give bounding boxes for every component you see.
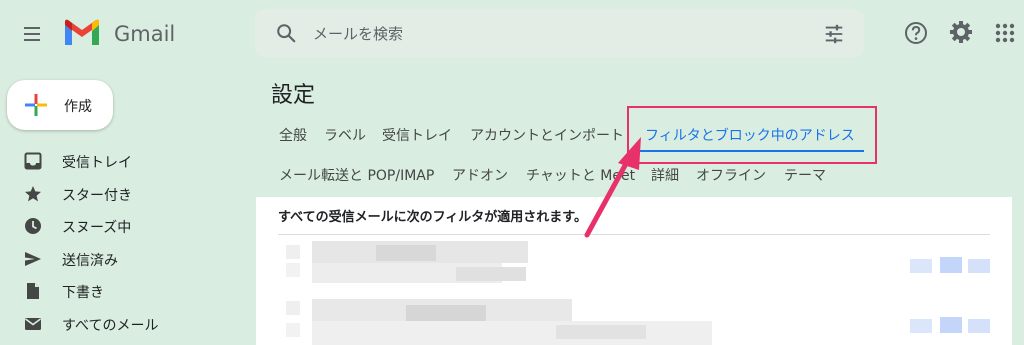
apps-grid-icon[interactable] (994, 22, 1016, 44)
sidebar-item-label: すべてのメール (62, 317, 159, 334)
inbox-icon (24, 152, 42, 170)
annotation-highlight-box (627, 106, 877, 164)
send-icon (25, 251, 41, 266)
sidebar-nav: 受信トレイ スター付き スヌーズ中 送信済み 下書き すべてのメール (0, 145, 250, 340)
tab-labels[interactable]: ラベル (324, 125, 366, 145)
divider (278, 234, 990, 235)
sidebar-item-sent[interactable]: 送信済み (0, 243, 250, 276)
gmail-logo-icon[interactable] (62, 17, 102, 49)
page-title: 設定 (271, 83, 316, 108)
sidebar-item-inbox[interactable]: 受信トレイ (0, 145, 250, 178)
tab-forwarding-pop-imap[interactable]: メール転送と POP/IMAP (279, 165, 434, 185)
tab-inbox[interactable]: 受信トレイ (382, 125, 452, 145)
tab-general[interactable]: 全般 (279, 125, 307, 145)
tab-chat-meet[interactable]: チャットと Meet (526, 165, 635, 185)
search-icon[interactable] (275, 22, 297, 44)
tab-addons[interactable]: アドオン (452, 165, 508, 185)
search-options-icon[interactable] (823, 23, 845, 45)
app-name: Gmail (114, 22, 176, 46)
tab-offline[interactable]: オフライン (696, 165, 766, 185)
help-icon[interactable] (903, 20, 929, 46)
sidebar-item-drafts[interactable]: 下書き (0, 275, 250, 308)
tab-advanced[interactable]: 詳細 (651, 165, 679, 185)
tab-themes[interactable]: テーマ (784, 165, 826, 185)
star-icon (25, 185, 41, 201)
filters-heading: すべての受信メールに次のフィルタが適用されます。 (278, 210, 588, 225)
sidebar-item-label: 受信トレイ (62, 155, 132, 171)
compose-label: 作成 (64, 99, 92, 115)
sidebar-item-starred[interactable]: スター付き (0, 178, 250, 211)
sidebar-item-snoozed[interactable]: スヌーズ中 (0, 210, 250, 243)
draft-icon (27, 283, 39, 299)
mail-icon (25, 317, 41, 330)
filters-panel: すべての受信メールに次のフィルタが適用されます。 (256, 197, 1012, 345)
sidebar-item-all-mail[interactable]: すべてのメール (0, 308, 250, 341)
search-bar[interactable] (255, 9, 864, 59)
tab-accounts-import[interactable]: アカウントとインポート (470, 125, 624, 145)
compose-button[interactable]: 作成 (7, 80, 113, 130)
search-input[interactable] (311, 9, 785, 59)
sidebar-item-label: スヌーズ中 (62, 220, 132, 236)
top-bar: Gmail (0, 0, 1024, 68)
sidebar-item-label: 送信済み (62, 252, 118, 269)
sidebar-item-label: 下書き (62, 285, 104, 301)
gear-icon[interactable] (948, 19, 974, 45)
plus-icon (25, 94, 47, 116)
clock-icon (25, 218, 41, 234)
main-menu-button[interactable] (20, 22, 44, 46)
sidebar-item-label: スター付き (62, 187, 132, 204)
